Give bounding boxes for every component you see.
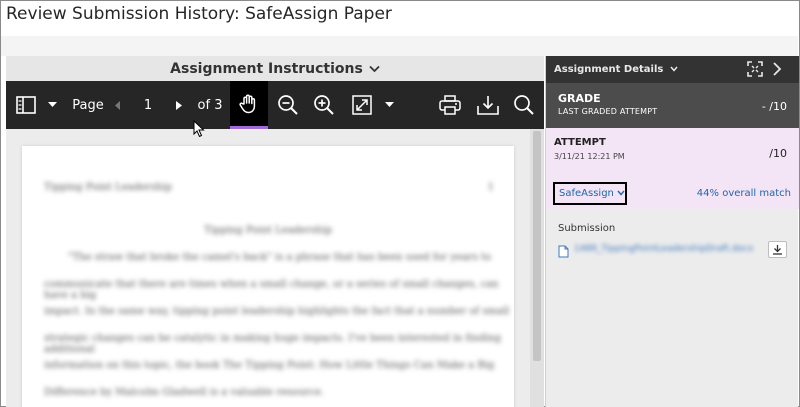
fit-screen-icon bbox=[352, 95, 372, 115]
zoom-in-button[interactable] bbox=[310, 81, 338, 129]
search-icon bbox=[513, 94, 535, 116]
sidebar-panel-icon bbox=[16, 96, 36, 114]
hand-icon bbox=[238, 93, 260, 115]
attempt-label: ATTEMPT bbox=[554, 137, 606, 148]
document-line: communicate that there are times when a … bbox=[44, 279, 499, 301]
scrollbar-thumb[interactable] bbox=[533, 131, 541, 361]
document-line: information on this topic, the book The … bbox=[44, 360, 495, 371]
details-header-label: Assignment Details bbox=[554, 64, 664, 75]
mouse-cursor-icon bbox=[193, 119, 205, 142]
page-title: Review Submission History: SafeAssign Pa… bbox=[6, 4, 392, 24]
document-line: "The straw that broke the camel's back" … bbox=[68, 252, 492, 263]
document-header: Tipping Point Leadership bbox=[44, 182, 172, 193]
download-icon bbox=[772, 240, 783, 259]
submission-file-link[interactable]: 1489_TippingPointLeadershipDraft.docx bbox=[574, 244, 754, 254]
caret-left-icon bbox=[115, 100, 121, 110]
assignment-instructions-toggle[interactable]: Assignment Instructions bbox=[6, 56, 544, 81]
attempt-grade: /10 bbox=[769, 147, 787, 160]
document-page: Tipping Point Leadership 1 Tipping Point… bbox=[22, 146, 514, 407]
submission-download-button[interactable] bbox=[768, 241, 787, 258]
top-band bbox=[1, 36, 798, 56]
sidebar-options-dropdown[interactable] bbox=[44, 81, 60, 129]
chevron-down-icon bbox=[369, 61, 380, 77]
collapse-panel-button[interactable] bbox=[771, 61, 783, 81]
next-page-button[interactable] bbox=[173, 81, 185, 129]
document-line: strategic changes can be catalytic in ma… bbox=[44, 333, 502, 355]
attempt-timestamp: 3/11/21 12:21 PM bbox=[554, 152, 625, 161]
overall-match-link[interactable]: 44% overall match bbox=[697, 188, 791, 199]
page-number-input[interactable]: 1 bbox=[134, 81, 162, 129]
fit-page-button[interactable] bbox=[348, 81, 376, 129]
caret-down-icon bbox=[384, 102, 394, 108]
chevron-down-icon bbox=[670, 64, 678, 75]
pan-tool-button[interactable] bbox=[230, 81, 268, 129]
file-icon bbox=[558, 243, 569, 262]
details-header: Assignment Details bbox=[546, 56, 799, 83]
print-icon bbox=[439, 95, 461, 115]
grade-value: - /10 bbox=[761, 100, 787, 113]
grade-label: GRADE bbox=[558, 92, 601, 105]
chevron-down-icon bbox=[617, 188, 625, 199]
viewer-toolbar: Page 1 of 3 bbox=[6, 81, 544, 129]
chevron-right-icon bbox=[771, 62, 783, 81]
previous-page-button[interactable] bbox=[112, 81, 124, 129]
assignment-details-toggle[interactable]: Assignment Details bbox=[554, 64, 678, 75]
grade-sublabel: LAST GRADED ATTEMPT bbox=[558, 107, 658, 116]
download-button[interactable] bbox=[474, 81, 502, 129]
document-canvas[interactable]: Tipping Point Leadership 1 Tipping Point… bbox=[6, 129, 530, 407]
page-label: Page bbox=[72, 97, 104, 113]
document-line: impact. In the same way, tipping point l… bbox=[44, 306, 510, 317]
expand-icon bbox=[747, 61, 763, 81]
grade-summary: GRADE LAST GRADED ATTEMPT - /10 bbox=[546, 83, 799, 128]
fit-options-dropdown[interactable] bbox=[382, 81, 396, 129]
zoom-in-icon bbox=[313, 94, 335, 116]
caret-down-icon bbox=[47, 102, 57, 108]
zoom-out-icon bbox=[277, 94, 299, 116]
safeassign-dropdown-button[interactable]: SafeAssign bbox=[553, 182, 627, 205]
zoom-out-button[interactable] bbox=[274, 81, 302, 129]
document-viewer: Assignment Instructions Page 1 of 3 Tipp… bbox=[6, 56, 544, 407]
document-scrollbar[interactable] bbox=[530, 129, 544, 407]
document-line: Difference by Malcolm Gladwell is a valu… bbox=[44, 387, 325, 398]
submission-label: Submission bbox=[558, 223, 616, 234]
instructions-label: Assignment Instructions bbox=[170, 60, 363, 77]
sidebar-toggle-button[interactable] bbox=[12, 81, 40, 129]
document-page-number: 1 bbox=[487, 182, 494, 193]
assignment-details-panel: Assignment Details GRADE LAST GRADED ATT… bbox=[545, 56, 799, 407]
print-button[interactable] bbox=[436, 81, 464, 129]
download-icon bbox=[477, 94, 499, 116]
expand-panel-button[interactable] bbox=[747, 61, 763, 81]
search-button[interactable] bbox=[510, 81, 538, 129]
document-title: Tipping Point Leadership bbox=[204, 225, 332, 236]
caret-right-icon bbox=[176, 100, 182, 110]
attempt-summary[interactable]: ATTEMPT 3/11/21 12:21 PM /10 SafeAssign … bbox=[546, 128, 799, 209]
safeassign-label: SafeAssign bbox=[559, 188, 614, 199]
